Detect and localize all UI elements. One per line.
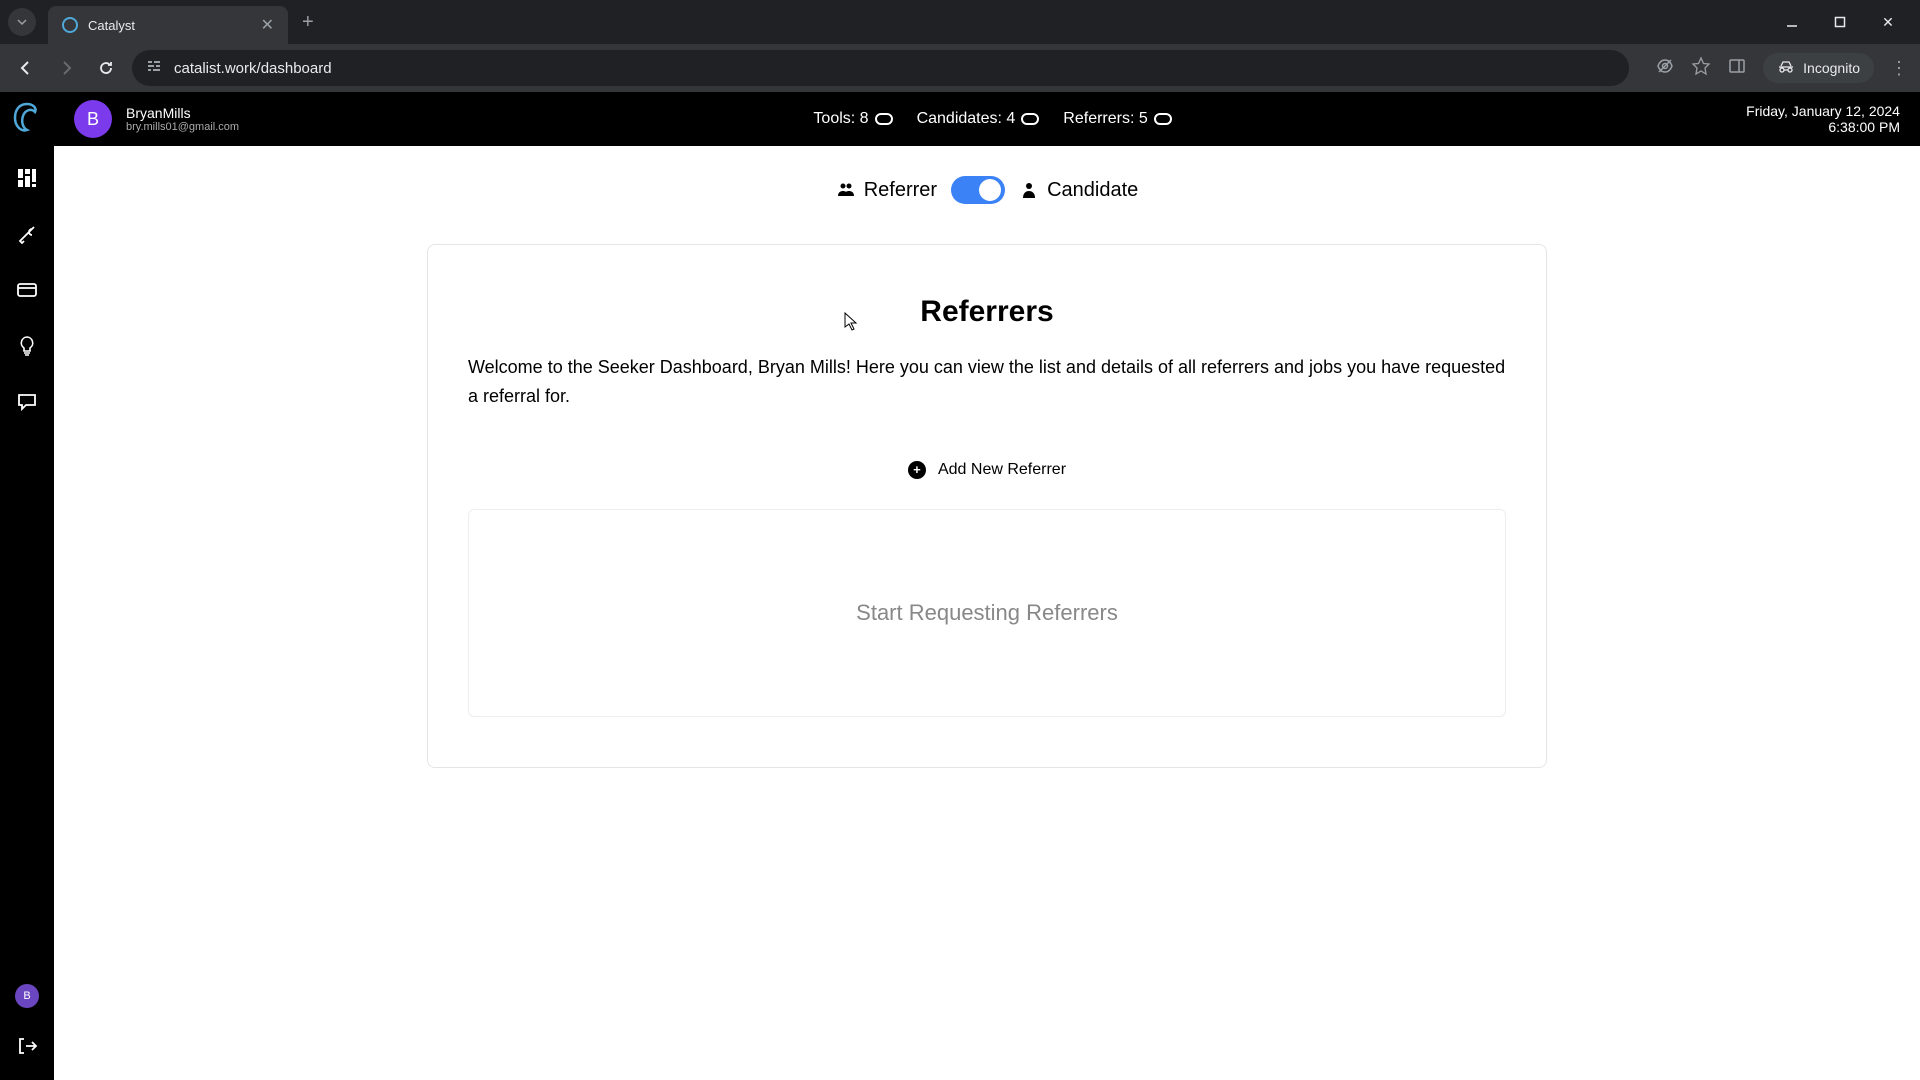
url-text: catalist.work/dashboard [174, 60, 332, 77]
sidebar-lightbulb-icon[interactable] [13, 332, 41, 360]
sidebar-tools-icon[interactable] [13, 220, 41, 248]
incognito-label: Incognito [1803, 60, 1860, 76]
sidebar-user-avatar[interactable]: B [15, 984, 39, 1008]
browser-toolbar: catalist.work/dashboard Incognito ⋮ [0, 44, 1920, 92]
coin-icon [1154, 113, 1172, 125]
welcome-text: Welcome to the Seeker Dashboard, Bryan M… [468, 353, 1506, 411]
side-panel-icon[interactable] [1727, 56, 1747, 81]
incognito-badge[interactable]: Incognito [1763, 53, 1874, 83]
toggle-knob [979, 179, 1001, 201]
empty-state-box: Start Requesting Referrers [468, 509, 1506, 717]
app-sidebar: B [0, 92, 54, 1080]
minimize-button[interactable] [1780, 10, 1804, 34]
app-logo[interactable] [9, 100, 45, 136]
app-header: B BryanMills bry.mills01@gmail.com Tools… [54, 92, 1920, 146]
stat-candidates: Candidates: 4 [917, 110, 1040, 128]
referrers-card: Referrers Welcome to the Seeker Dashboar… [427, 244, 1547, 768]
site-settings-icon[interactable] [146, 58, 162, 78]
tab-favicon-icon [62, 17, 78, 33]
browser-tab[interactable]: Catalyst ✕ [48, 6, 288, 44]
browser-menu-icon[interactable]: ⋮ [1890, 58, 1908, 79]
empty-state-text: Start Requesting Referrers [469, 600, 1505, 626]
close-window-button[interactable]: ✕ [1876, 10, 1900, 34]
coin-icon [1021, 113, 1039, 125]
stat-tools: Tools: 8 [813, 110, 892, 128]
role-toggle-row: Referrer Candidate [54, 176, 1920, 204]
toggle-candidate-label: Candidate [1019, 179, 1138, 202]
user-avatar: B [74, 100, 112, 138]
address-bar[interactable]: catalist.work/dashboard [132, 50, 1629, 86]
tab-search-button[interactable] [8, 8, 36, 36]
person-icon [1019, 180, 1039, 200]
sidebar-card-icon[interactable] [13, 276, 41, 304]
header-time: 6:38:00 PM [1746, 119, 1900, 135]
user-email: bry.mills01@gmail.com [126, 121, 239, 133]
stat-referrers: Referrers: 5 [1063, 110, 1171, 128]
add-new-referrer-button[interactable]: + Add New Referrer [468, 461, 1506, 479]
new-tab-button[interactable]: + [288, 11, 328, 34]
toggle-referrer-label: Referrer [836, 179, 937, 202]
add-button-label: Add New Referrer [938, 461, 1066, 479]
header-date: Friday, January 12, 2024 [1746, 103, 1900, 119]
forward-button[interactable] [52, 54, 80, 82]
sidebar-dashboard-icon[interactable] [13, 164, 41, 192]
reload-button[interactable] [92, 54, 120, 82]
browser-tab-bar: Catalyst ✕ + ✕ [0, 0, 1920, 44]
user-profile-block[interactable]: B BryanMills bry.mills01@gmail.com [74, 100, 239, 138]
page-title: Referrers [468, 295, 1506, 329]
user-name: BryanMills [126, 105, 239, 121]
tracking-blocked-icon[interactable] [1655, 56, 1675, 81]
coin-icon [875, 113, 893, 125]
sidebar-logout-icon[interactable] [13, 1032, 41, 1060]
tab-title: Catalyst [88, 18, 251, 33]
maximize-button[interactable] [1828, 10, 1852, 34]
bookmark-icon[interactable] [1691, 56, 1711, 81]
incognito-icon [1777, 59, 1795, 77]
sidebar-chat-icon[interactable] [13, 388, 41, 416]
role-toggle-switch[interactable] [951, 176, 1005, 204]
back-button[interactable] [12, 54, 40, 82]
plus-circle-icon: + [908, 461, 926, 479]
people-icon [836, 180, 856, 200]
close-tab-button[interactable]: ✕ [261, 15, 274, 35]
